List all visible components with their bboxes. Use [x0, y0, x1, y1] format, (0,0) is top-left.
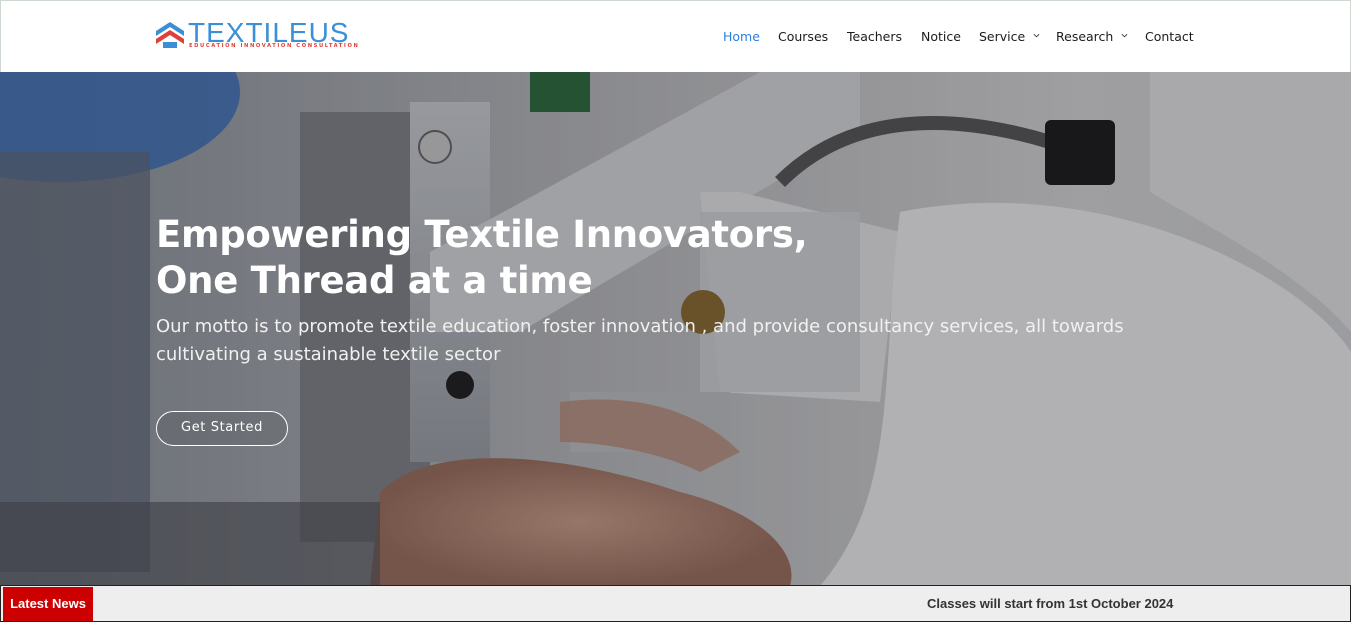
nav-courses-label: Courses [778, 29, 829, 44]
brand-tagline: EDUCATION INNOVATION CONSULTATION [189, 43, 360, 49]
hero-subtitle: Our motto is to promote textile educatio… [156, 316, 1124, 365]
nav-service[interactable]: Service [979, 28, 1040, 46]
hero-title: Empowering Textile Innovators, One Threa… [156, 212, 916, 304]
nav-notice[interactable]: Notice [921, 28, 961, 46]
chevron-down-icon [1033, 33, 1040, 38]
nav-notice-label: Notice [921, 29, 961, 44]
logo-mark-icon [156, 22, 184, 48]
site-header: TEXTILEUS EDUCATION INNOVATION CONSULTAT… [0, 0, 1351, 72]
hero-title-line1: Empowering Textile Innovators, [156, 213, 808, 256]
nav-teachers[interactable]: Teachers [847, 28, 902, 46]
brand-logo[interactable]: TEXTILEUS EDUCATION INNOVATION CONSULTAT… [156, 18, 376, 52]
nav-contact-label: Contact [1145, 29, 1194, 44]
nav-contact[interactable]: Contact [1145, 28, 1194, 46]
nav-service-label: Service [979, 29, 1026, 44]
nav-teachers-label: Teachers [847, 29, 902, 44]
nav-research-label: Research [1056, 29, 1114, 44]
news-item[interactable]: Classes will start from 1st October 2024 [927, 587, 1173, 621]
chevron-down-icon [1121, 33, 1128, 38]
hero-section: Empowering Textile Innovators, One Threa… [0, 72, 1351, 586]
nav-research[interactable]: Research [1056, 28, 1128, 46]
nav-home[interactable]: Home [723, 28, 760, 46]
nav-courses[interactable]: Courses [778, 28, 828, 46]
nav-home-label: Home [723, 29, 760, 44]
latest-news-badge: Latest News [3, 587, 93, 621]
get-started-button[interactable]: Get Started [156, 411, 288, 446]
news-ticker: Latest News Classes will start from 1st … [0, 585, 1351, 622]
hero-title-line2: One Thread at a time [156, 259, 593, 302]
